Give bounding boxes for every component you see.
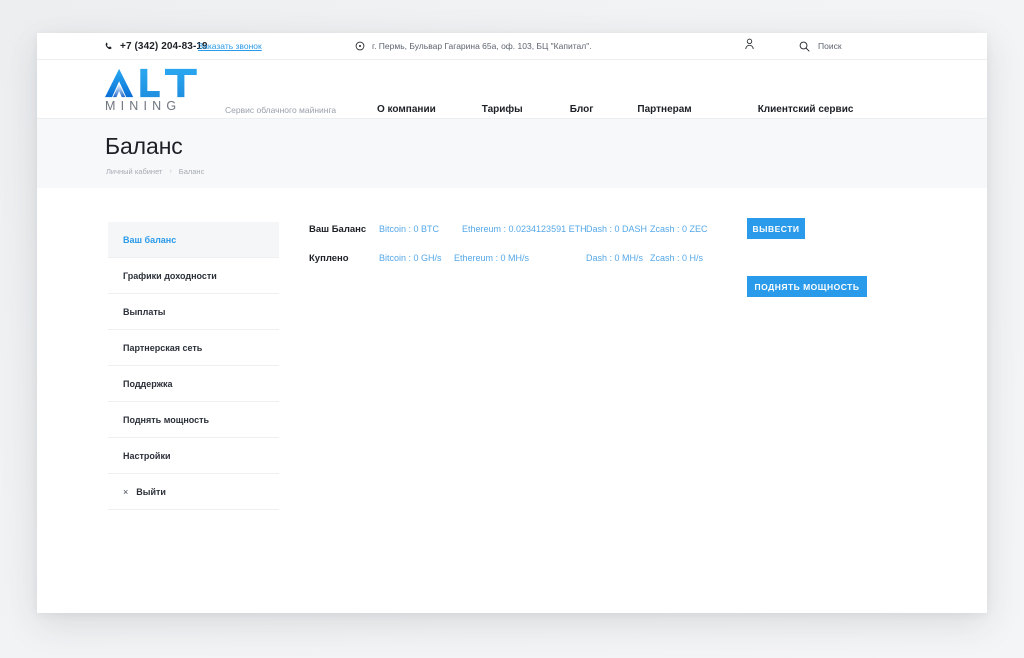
balance-dash[interactable]: Dash : 0 DASH bbox=[586, 224, 647, 234]
balance-ethereum[interactable]: Ethereum : 0.0234123591 ETH bbox=[462, 224, 587, 234]
sidebar-item-logout[interactable]: × Выйти bbox=[108, 474, 279, 510]
sidebar-item-balance[interactable]: Ваш баланс bbox=[108, 222, 279, 258]
account-sidebar: Ваш баланс Графики доходности Выплаты Па… bbox=[108, 222, 279, 510]
breadcrumb-item-current: Баланс bbox=[178, 167, 205, 176]
callback-link[interactable]: Заказать звонок bbox=[198, 41, 262, 51]
logo-alt-mark bbox=[105, 68, 197, 98]
sidebar-item-increase-power[interactable]: Поднять мощность bbox=[108, 402, 279, 438]
page-card: +7 (342) 204-83-19 Заказать звонок г. Пе… bbox=[37, 33, 987, 613]
row-label: Ваш Баланс bbox=[309, 224, 367, 235]
sidebar-item-payouts[interactable]: Выплаты bbox=[108, 294, 279, 330]
purchased-bitcoin[interactable]: Bitcoin : 0 GH/s bbox=[379, 253, 442, 263]
close-x-icon: × bbox=[123, 486, 129, 497]
user-account-button[interactable] bbox=[744, 37, 755, 55]
increase-power-button[interactable]: ПОДНЯТЬ МОЩНОСТЬ bbox=[747, 276, 867, 297]
balance-row-purchased: Куплено Bitcoin : 0 GH/s Ethereum : 0 MH… bbox=[309, 247, 869, 297]
sidebar-item-label: Поддержка bbox=[123, 378, 173, 389]
nav-item-tariffs[interactable]: Тарифы bbox=[482, 104, 523, 115]
search-label[interactable]: Поиск bbox=[818, 41, 842, 51]
sidebar-item-support[interactable]: Поддержка bbox=[108, 366, 279, 402]
breadcrumb: Личный кабинет › Баланс bbox=[106, 167, 204, 176]
withdraw-button[interactable]: ВЫВЕСТИ bbox=[747, 218, 805, 239]
nav-item-partners[interactable]: Партнерам bbox=[637, 104, 691, 115]
row-label: Куплено bbox=[309, 253, 349, 264]
purchased-zcash[interactable]: Zcash : 0 H/s bbox=[650, 253, 703, 263]
purchased-ethereum[interactable]: Ethereum : 0 MH/s bbox=[454, 253, 529, 263]
balance-bitcoin[interactable]: Bitcoin : 0 BTC bbox=[379, 224, 439, 234]
phone-number[interactable]: +7 (342) 204-83-19 bbox=[120, 41, 208, 52]
user-account-icon[interactable] bbox=[744, 38, 755, 50]
balance-zcash[interactable]: Zcash : 0 ZEC bbox=[650, 224, 708, 234]
sidebar-item-label: Выплаты bbox=[123, 306, 166, 317]
nav-item-client-service[interactable]: Клиентский сервис bbox=[758, 104, 854, 115]
sidebar-item-label: Ваш баланс bbox=[123, 234, 177, 245]
breadcrumb-item-cabinet[interactable]: Личный кабинет bbox=[106, 167, 162, 176]
sidebar-item-label: Выйти bbox=[136, 486, 166, 497]
search-icon[interactable] bbox=[799, 41, 810, 52]
sidebar-item-label: Поднять мощность bbox=[123, 414, 210, 425]
search-block[interactable]: Поиск bbox=[799, 41, 842, 52]
purchased-dash[interactable]: Dash : 0 MH/s bbox=[586, 253, 643, 263]
balance-row-your-balance: Ваш Баланс Bitcoin : 0 BTC Ethereum : 0.… bbox=[309, 218, 869, 247]
phone-block: +7 (342) 204-83-19 bbox=[104, 41, 208, 52]
balance-panel: Ваш Баланс Bitcoin : 0 BTC Ethereum : 0.… bbox=[309, 218, 869, 297]
page-title: Баланс bbox=[105, 133, 183, 159]
sidebar-item-label: Партнерская сеть bbox=[123, 342, 203, 353]
breadcrumb-separator-icon: › bbox=[169, 168, 172, 175]
nav-item-about[interactable]: О компании bbox=[377, 104, 436, 115]
sidebar-item-label: Настройки bbox=[123, 450, 171, 461]
page-title-band: Баланс Личный кабинет › Баланс bbox=[37, 119, 987, 188]
nav-item-blog[interactable]: Блог bbox=[570, 104, 594, 115]
location-pin-icon bbox=[355, 41, 365, 51]
site-tagline: Сервис облачного майнинга bbox=[225, 105, 337, 115]
content-area: Ваш баланс Графики доходности Выплаты Па… bbox=[37, 188, 987, 613]
main-navigation: О компании Тарифы Блог Партнерам Клиентс… bbox=[377, 104, 853, 115]
sidebar-item-charts[interactable]: Графики доходности bbox=[108, 258, 279, 294]
sidebar-item-settings[interactable]: Настройки bbox=[108, 438, 279, 474]
top-utility-bar: +7 (342) 204-83-19 Заказать звонок г. Пе… bbox=[37, 33, 987, 60]
address-block: г. Пермь, Бульвар Гагарина 65а, оф. 103,… bbox=[355, 41, 592, 51]
phone-icon bbox=[104, 42, 113, 51]
sidebar-item-label: Графики доходности bbox=[123, 270, 217, 281]
logo[interactable]: MINING bbox=[105, 68, 205, 113]
logo-subtext: MINING bbox=[105, 99, 182, 113]
sidebar-item-partner-network[interactable]: Партнерская сеть bbox=[108, 330, 279, 366]
address-text: г. Пермь, Бульвар Гагарина 65а, оф. 103,… bbox=[372, 41, 592, 51]
site-header: MINING Сервис облачного майнинга О компа… bbox=[37, 60, 987, 119]
